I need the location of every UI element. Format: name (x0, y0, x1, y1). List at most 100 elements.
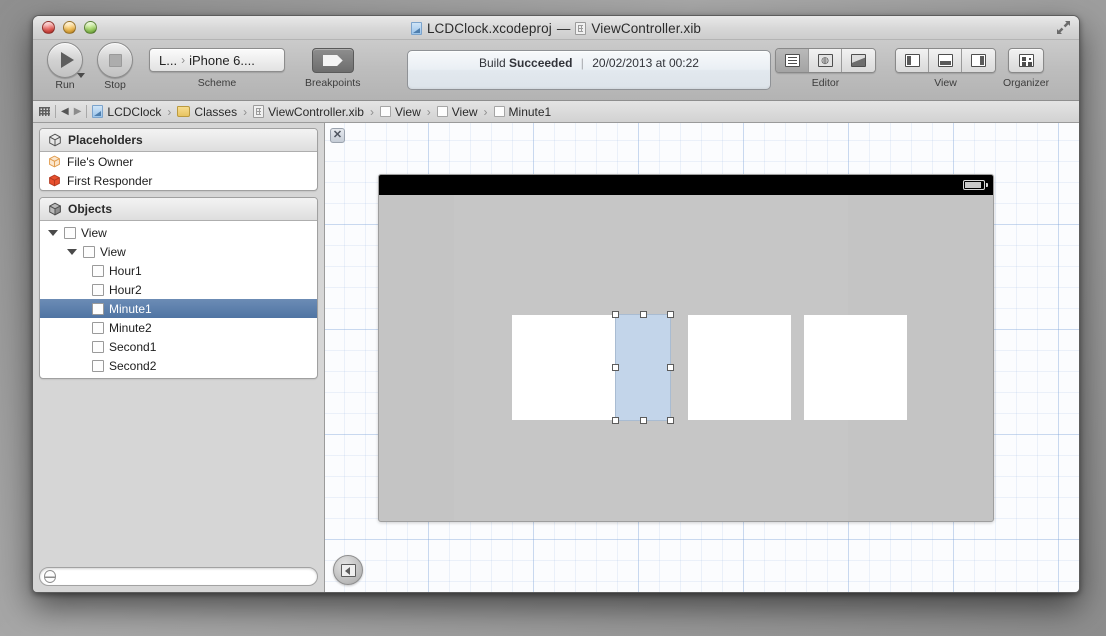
tree-item-hour2[interactable]: Hour2 (40, 280, 317, 299)
breadcrumb-item-minute1[interactable]: Minute1 (493, 105, 551, 119)
tree-item-label: Second1 (109, 339, 157, 354)
tree-item-second1[interactable]: Second1 (40, 337, 317, 356)
organizer-group: Organizer (1003, 48, 1049, 89)
view-icon (436, 106, 448, 117)
close-icon[interactable]: ✕ (330, 128, 345, 143)
tree-item-label: View (81, 225, 107, 240)
scheme-selector[interactable]: L... › iPhone 6.... (149, 48, 285, 72)
resize-handle-bottom-right[interactable] (667, 417, 674, 424)
window-title-project: LCDClock.xcodeproj (426, 20, 552, 36)
breadcrumb-label: View (394, 104, 421, 119)
selected-view-minute1[interactable] (612, 311, 674, 424)
resize-handle-top-center[interactable] (639, 311, 647, 318)
toggle-debug-area-button[interactable] (929, 49, 962, 72)
chevron-down-icon (77, 73, 85, 78)
ios-status-bar (379, 175, 993, 195)
main-toolbar: Run Stop L... › iPhone 6.... Scheme Brea… (33, 40, 1079, 101)
hide-navigator-icon (904, 54, 920, 67)
tree-item-view-inner[interactable]: View (40, 242, 317, 261)
assistant-editor-icon (817, 54, 833, 67)
resize-handle-bottom-center[interactable] (639, 417, 647, 424)
editor-label: Editor (811, 77, 840, 89)
stop-button-group: Stop (97, 42, 133, 91)
view-icon (493, 106, 505, 117)
version-editor-button[interactable] (842, 49, 875, 72)
list-item-first-responder[interactable]: First Responder (40, 171, 317, 190)
standard-editor-button[interactable] (776, 49, 809, 72)
filter-icon[interactable] (44, 570, 57, 583)
build-status-prefix: Build (479, 56, 506, 70)
resize-handle-top-right[interactable] (667, 311, 674, 318)
chevron-down-icon[interactable] (48, 229, 58, 236)
resize-handle-bottom-left[interactable] (612, 417, 619, 424)
objects-title: Objects (68, 202, 113, 216)
breadcrumb-item-lcdclock[interactable]: LCDClock (92, 105, 161, 119)
breakpoint-arrow-icon (322, 55, 343, 66)
stop-icon (108, 53, 122, 67)
fullscreen-arrows-icon[interactable] (1056, 20, 1071, 35)
digit-view-minute2[interactable] (688, 315, 791, 420)
breadcrumb-item-view-inner[interactable]: View (436, 105, 478, 119)
stop-button[interactable] (97, 42, 133, 78)
breakpoints-group: Breakpoints (305, 48, 360, 89)
build-status-separator: | (580, 56, 584, 70)
breadcrumb-label: ViewController.xib (268, 104, 364, 119)
toggle-utilities-button[interactable] (962, 49, 995, 72)
scheme-group: L... › iPhone 6.... Scheme (149, 48, 285, 89)
hide-debug-area-icon (937, 54, 953, 67)
related-items-icon[interactable] (39, 107, 50, 116)
organizer-button[interactable] (1008, 48, 1045, 73)
resize-handle-top-left[interactable] (612, 311, 619, 318)
chevron-down-icon[interactable] (67, 248, 77, 255)
editor-mode-segmented-control[interactable] (775, 48, 876, 73)
inner-view-container[interactable] (454, 195, 907, 521)
device-view-frame[interactable] (378, 174, 994, 522)
window-title-dash: — (556, 20, 571, 36)
run-button-group: Run (47, 42, 85, 91)
placeholders-title: Placeholders (68, 133, 143, 147)
back-arrow-icon[interactable]: ◀ (61, 106, 69, 117)
tree-item-label: Hour2 (109, 282, 142, 297)
tree-item-second2[interactable]: Second2 (40, 356, 317, 375)
digit-view-second1[interactable] (804, 315, 907, 420)
view-icon (379, 106, 391, 117)
scheme-label: Scheme (197, 77, 237, 89)
folder-icon (177, 106, 191, 117)
view-icon (64, 226, 76, 239)
interface-builder-canvas[interactable]: ✕ (325, 123, 1079, 592)
list-item-files-owner[interactable]: File's Owner (40, 152, 317, 171)
run-button[interactable] (47, 42, 85, 78)
breadcrumb-item-classes[interactable]: Classes (177, 105, 237, 119)
objects-header[interactable]: Objects (40, 198, 317, 221)
assistant-editor-button[interactable] (809, 49, 842, 72)
project-icon (92, 105, 104, 118)
stop-button-label: Stop (104, 79, 126, 91)
divider (55, 105, 56, 118)
digit-view-hour1[interactable] (512, 315, 615, 420)
activity-status-view: Build Succeeded | 20/02/2013 at 00:22 (407, 50, 771, 90)
tree-item-hour1[interactable]: Hour1 (40, 261, 317, 280)
placeholders-panel: Placeholders File's Owner First Responde… (39, 128, 318, 191)
view-toggle-segmented-control[interactable] (895, 48, 996, 73)
breadcrumb-item-view-outer[interactable]: View (379, 104, 421, 119)
tree-item-minute1[interactable]: Minute1 (40, 299, 317, 318)
view-icon (92, 359, 104, 372)
tree-item-minute2[interactable]: Minute2 (40, 318, 317, 337)
view-icon (92, 321, 104, 334)
placeholders-header[interactable]: Placeholders (40, 129, 317, 152)
filter-input[interactable] (56, 569, 313, 584)
breakpoints-button[interactable] (311, 48, 354, 73)
files-owner-icon (48, 155, 62, 169)
breadcrumb-item-viewcontroller-xib[interactable]: ViewController.xib (253, 105, 364, 119)
resize-handle-middle-right[interactable] (667, 364, 674, 371)
toggle-navigator-button[interactable] (896, 49, 929, 72)
window-body: Placeholders File's Owner First Responde… (33, 123, 1079, 592)
first-responder-icon (48, 174, 62, 188)
forward-arrow-icon[interactable]: ▶ (74, 106, 82, 117)
tree-item-view-outer[interactable]: View (40, 223, 317, 242)
breakpoints-label: Breakpoints (305, 77, 361, 89)
filter-field-wrapper[interactable] (39, 567, 318, 586)
resize-handle-middle-left[interactable] (612, 364, 619, 371)
show-document-outline-button[interactable] (333, 555, 363, 585)
run-button-label: Run (55, 79, 75, 91)
